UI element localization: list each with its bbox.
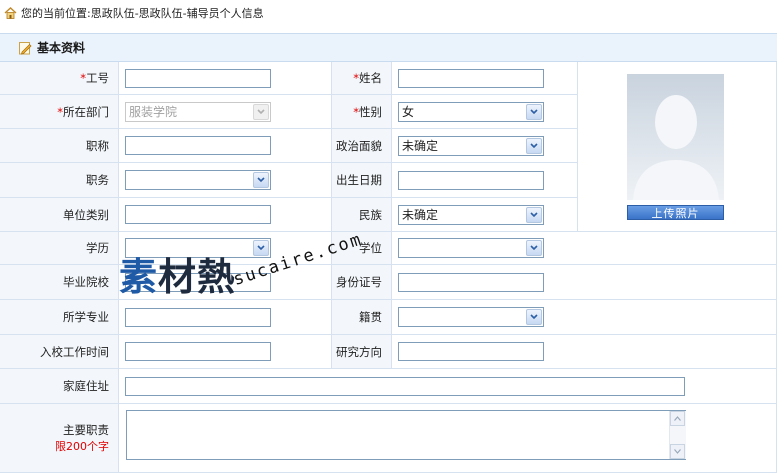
section-title: 基本资料 [37, 41, 86, 55]
edit-document-icon [19, 41, 32, 54]
major-label: 所学专业 [0, 300, 119, 335]
title-input[interactable] [125, 136, 271, 155]
degree-select[interactable] [398, 238, 544, 258]
department-select[interactable]: 服装学院 [125, 101, 271, 122]
address-cell [119, 369, 777, 404]
ethnicity-cell: 未确定 [392, 198, 578, 232]
id-number-input[interactable] [398, 272, 544, 292]
chevron-down-icon [526, 137, 542, 154]
chevron-down-icon [253, 103, 269, 120]
name-label: * 姓名 [332, 62, 392, 95]
chevron-down-icon [526, 240, 542, 256]
staff-id-cell [119, 62, 332, 95]
research-cell [392, 335, 777, 369]
breadcrumb: 您的当前位置:思政队伍-思政队伍-辅导员个人信息 [0, 0, 777, 26]
ethnicity-select[interactable]: 未确定 [398, 204, 544, 225]
gender-cell: 女 [392, 95, 578, 129]
ethnicity-label: 民族 [332, 198, 392, 232]
birth-date-cell [392, 163, 578, 198]
native-place-cell [392, 300, 777, 335]
name-input[interactable] [398, 68, 544, 88]
chevron-down-icon [526, 103, 542, 120]
unit-type-label: 单位类别 [0, 198, 119, 232]
watermark: 素材熱 sucaire.com [119, 229, 365, 301]
duties-textarea[interactable] [126, 410, 686, 460]
chevron-down-icon [526, 206, 542, 223]
birth-date-label: 出生日期 [332, 163, 392, 198]
staff-id-label: * 工号 [0, 62, 119, 95]
position-cell [119, 163, 332, 198]
political-cell: 未确定 [392, 129, 578, 163]
title-cell [119, 129, 332, 163]
upload-photo-button[interactable]: 上传照片 [627, 205, 724, 220]
staff-id-input[interactable] [125, 68, 271, 88]
person-silhouette-icon [627, 74, 724, 200]
title-label: 职称 [0, 129, 119, 163]
scroll-down-icon[interactable] [670, 444, 685, 459]
watermark-main: 素材熱 [119, 246, 236, 301]
avatar-placeholder [627, 74, 724, 200]
watermark-first-char: 素 [119, 254, 159, 299]
section-header: 基本资料 [0, 33, 777, 62]
entry-time-label: 入校工作时间 [0, 335, 119, 369]
name-cell [392, 62, 578, 95]
scroll-up-icon[interactable] [670, 411, 685, 426]
id-number-label: 身份证号 [332, 265, 392, 300]
research-input[interactable] [398, 342, 544, 361]
duties-scrollbar[interactable] [669, 411, 686, 459]
major-cell [119, 300, 332, 335]
department-label: * 所在部门 [0, 95, 119, 129]
duties-limit-note: 限200个字 [55, 440, 109, 453]
entry-time-input[interactable] [125, 342, 271, 361]
education-label: 学历 [0, 232, 119, 265]
degree-cell [392, 232, 777, 265]
chevron-down-icon [526, 309, 542, 325]
major-input[interactable] [125, 307, 271, 327]
political-select[interactable]: 未确定 [398, 135, 544, 156]
gender-label: * 性别 [332, 95, 392, 129]
school-label: 毕业院校 [0, 265, 119, 300]
unit-type-input[interactable] [125, 205, 271, 224]
watermark-rest: 材熱 [158, 254, 237, 299]
chevron-down-icon [253, 172, 269, 188]
home-icon [4, 7, 17, 19]
native-place-label: 籍贯 [332, 300, 392, 335]
political-label: 政治面貌 [332, 129, 392, 163]
native-place-select[interactable] [398, 307, 544, 327]
entry-time-cell [119, 335, 332, 369]
chevron-down-icon [253, 240, 269, 256]
department-cell: 服装学院 [119, 95, 332, 129]
position-label: 职务 [0, 163, 119, 198]
address-input[interactable] [125, 376, 685, 396]
duties-label: 主要职责 限200个字 [0, 404, 119, 473]
research-label: 研究方向 [332, 335, 392, 369]
position-select[interactable] [125, 170, 271, 190]
breadcrumb-text: 您的当前位置:思政队伍-思政队伍-辅导员个人信息 [21, 7, 264, 20]
unit-type-cell [119, 198, 332, 232]
id-number-cell [392, 265, 777, 300]
address-label: 家庭住址 [0, 369, 119, 404]
birth-date-input[interactable] [398, 170, 544, 190]
gender-select[interactable]: 女 [398, 101, 544, 122]
